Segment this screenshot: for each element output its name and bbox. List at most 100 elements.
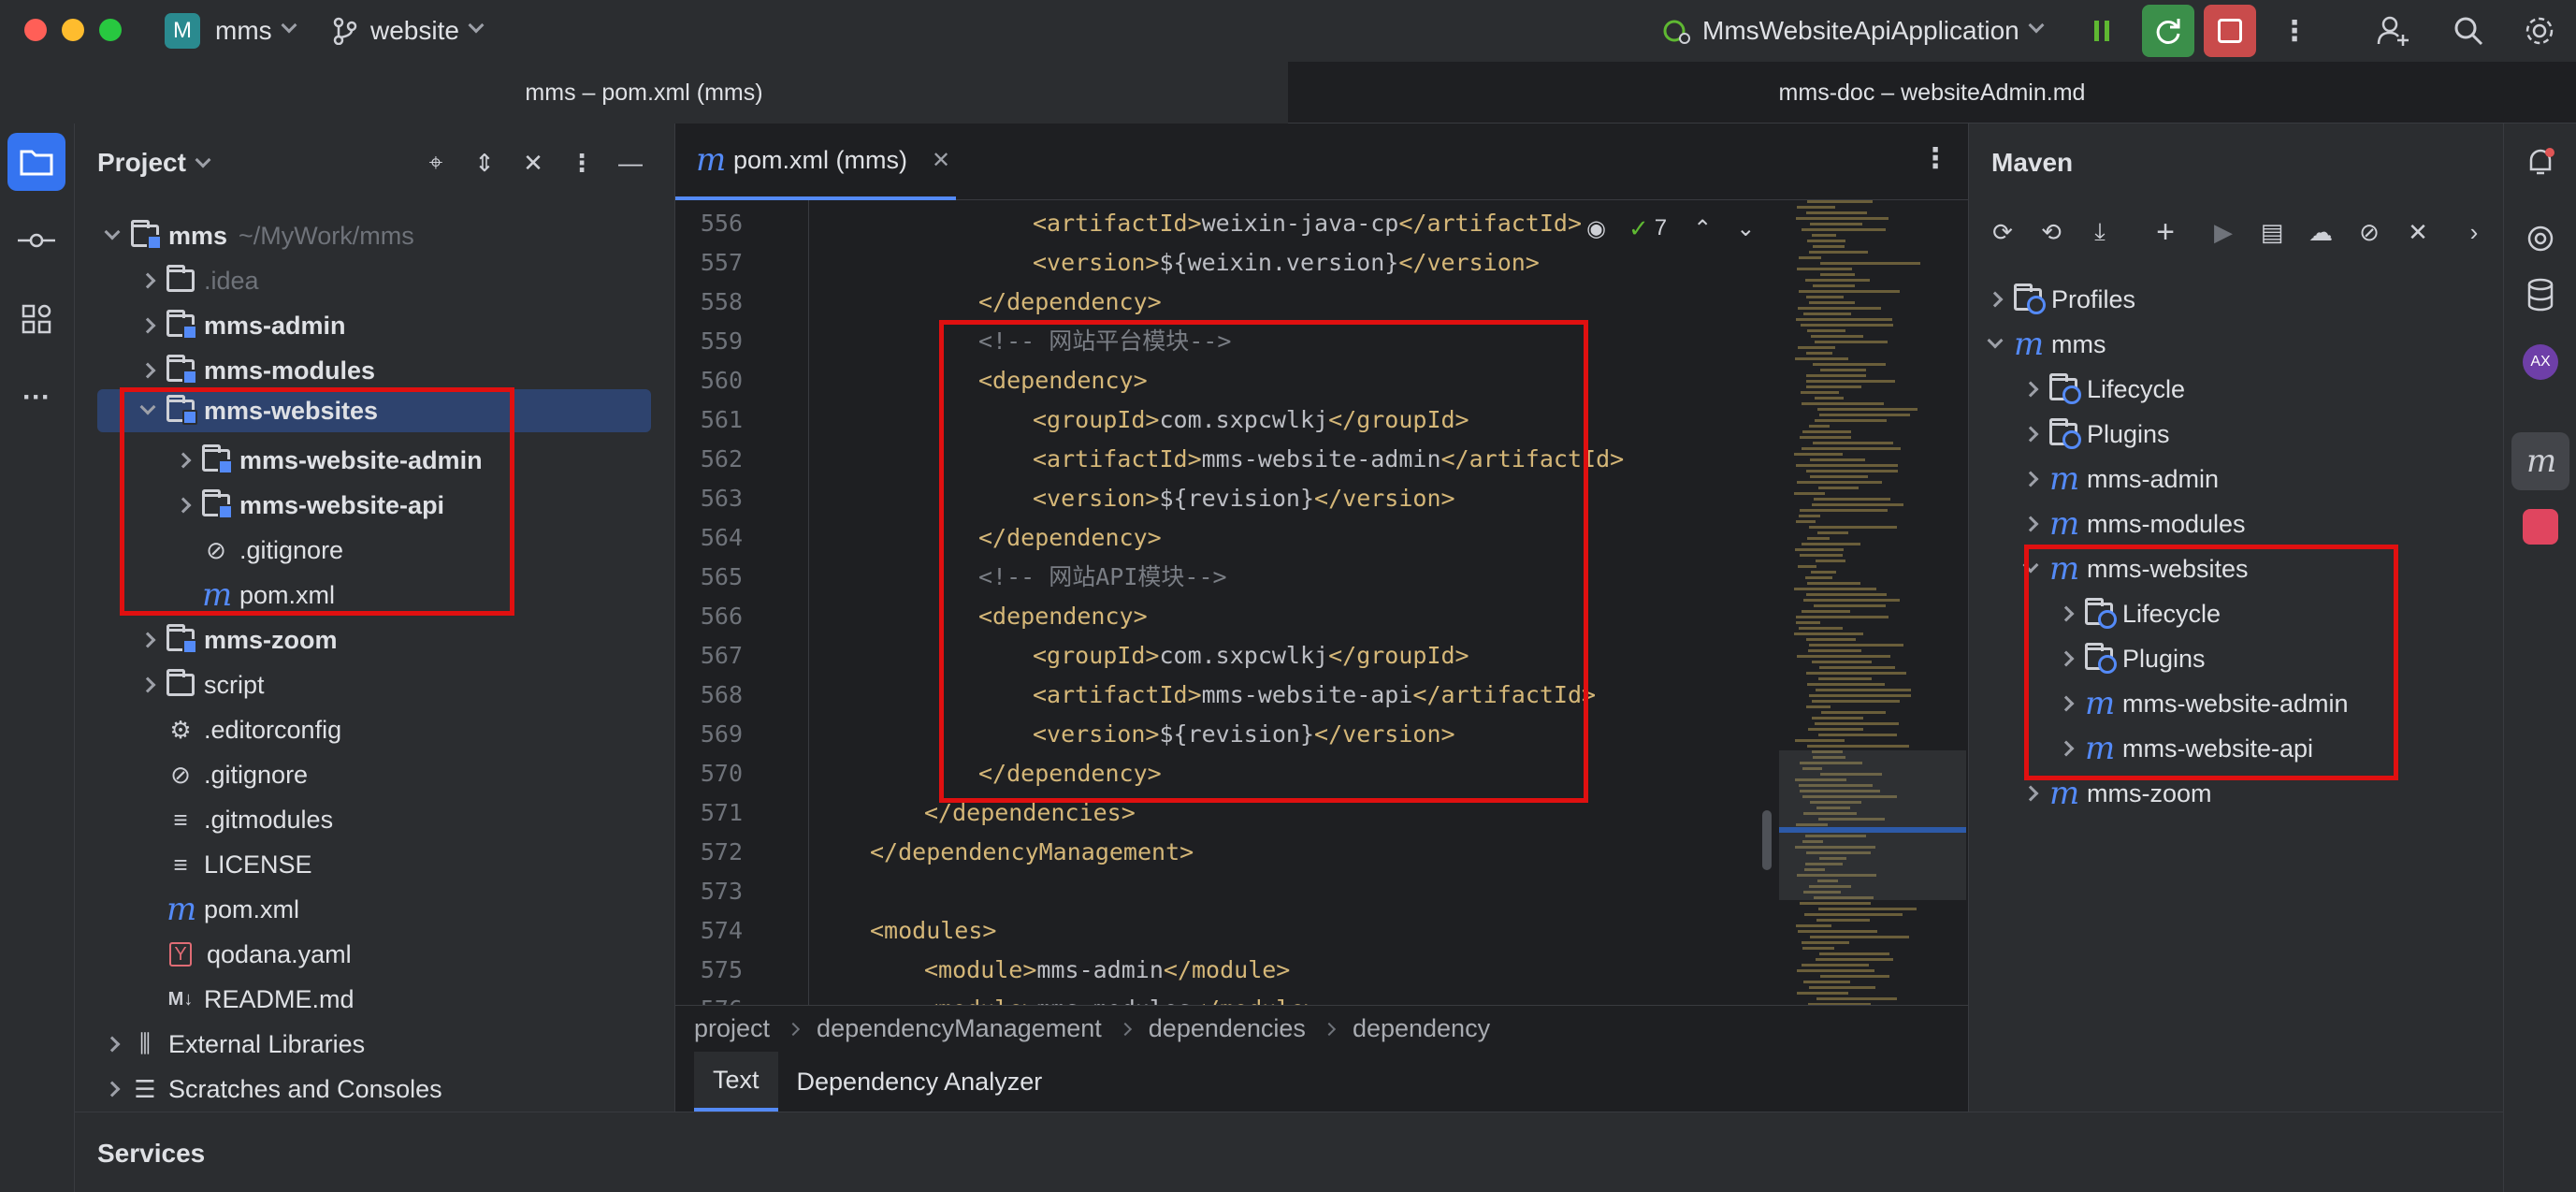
code-line[interactable]: 558 </dependency> bbox=[675, 283, 1751, 322]
tree-item-gitmodules[interactable]: ≡ .gitmodules bbox=[166, 797, 333, 842]
code-line[interactable]: 559 <!-- 网站平台模块--> bbox=[675, 322, 1751, 361]
window-tab-mms[interactable]: mms – pom.xml (mms) bbox=[0, 62, 1288, 124]
maven-item-websites-plugins[interactable]: Plugins bbox=[2048, 636, 2206, 681]
maven-item-mms-admin[interactable]: m mms-admin bbox=[2012, 457, 2219, 502]
maven-item-mms-website-admin[interactable]: m mms-website-admin bbox=[2048, 681, 2349, 726]
breadcrumb-item[interactable]: dependency bbox=[1353, 1014, 1490, 1043]
editor-tab-pom[interactable]: m pom.xml (mms) ✕ bbox=[675, 124, 956, 200]
stop-button[interactable] bbox=[2204, 5, 2256, 57]
code-line[interactable]: 569 <version>${revision}</version> bbox=[675, 715, 1751, 754]
maven-item-mms-website-api[interactable]: m mms-website-api bbox=[2048, 726, 2313, 771]
collapse-all-icon[interactable]: ✕ bbox=[514, 144, 552, 182]
more-actions-icon[interactable]: ⋮ bbox=[2273, 9, 2316, 52]
reload-generate-icon[interactable]: ⟲ bbox=[2033, 213, 2070, 251]
code-line[interactable]: 575 <module>mms-admin</module> bbox=[675, 951, 1751, 990]
add-icon[interactable]: + bbox=[2147, 213, 2184, 251]
resume-icon[interactable] bbox=[2080, 9, 2123, 52]
tree-item-mms-website-admin[interactable]: mms-website-admin bbox=[165, 438, 483, 483]
code-line[interactable]: 557 <version>${weixin.version}</version> bbox=[675, 243, 1751, 283]
maven-item-websites-lifecycle[interactable]: Lifecycle bbox=[2048, 591, 2221, 636]
tree-item-mms[interactable]: mms ~/MyWork/mms bbox=[94, 213, 414, 258]
execute-goal-icon[interactable]: ▤ bbox=[2253, 213, 2291, 251]
notifications-button[interactable] bbox=[2511, 133, 2569, 191]
project-panel-title[interactable]: Project bbox=[97, 148, 211, 178]
tree-item-pom-websites[interactable]: m pom.xml bbox=[202, 573, 335, 618]
tree-item-mms-websites[interactable]: mms-websites bbox=[97, 389, 651, 432]
tree-item-editorconfig[interactable]: ⚙ .editorconfig bbox=[166, 707, 341, 752]
services-panel[interactable]: Services bbox=[75, 1112, 2503, 1192]
tree-item-idea[interactable]: .idea bbox=[129, 258, 259, 303]
tab-text[interactable]: Text bbox=[694, 1052, 778, 1112]
plugin-ax-button[interactable]: AX bbox=[2511, 333, 2569, 391]
tree-item-gitignore[interactable]: ⊘ .gitignore bbox=[166, 752, 308, 797]
tree-item-mms-zoom[interactable]: mms-zoom bbox=[129, 618, 338, 662]
run-config-widget[interactable]: MmsWebsiteApiApplication bbox=[1661, 12, 2045, 50]
code-area[interactable]: 556 <artifactId>weixin-java-cp</artifactI… bbox=[675, 200, 1779, 1005]
offline-icon[interactable]: ☁ bbox=[2302, 213, 2339, 251]
code-line[interactable]: 571 </dependencies> bbox=[675, 793, 1751, 833]
code-line[interactable]: 568 <artifactId>mms-website-api</artifact… bbox=[675, 676, 1751, 715]
tree-item-license[interactable]: ≡ LICENSE bbox=[166, 842, 311, 887]
maven-item-mms-websites[interactable]: m mms-websites bbox=[2012, 546, 2249, 591]
window-tab-mms-doc[interactable]: mms-doc – websiteAdmin.md bbox=[1288, 62, 2576, 124]
collapse-icon[interactable]: ✕ bbox=[2399, 213, 2437, 251]
code-line[interactable]: 567 <groupId>com.sxpcwlkj</groupId> bbox=[675, 636, 1751, 676]
tree-item-mms-admin[interactable]: mms-admin bbox=[129, 303, 346, 348]
tree-item-mms-modules[interactable]: mms-modules bbox=[129, 348, 375, 393]
tree-item-external-libraries[interactable]: ⫼ External Libraries bbox=[94, 1022, 365, 1067]
breadcrumb-item[interactable]: dependencies bbox=[1149, 1014, 1306, 1043]
chevron-right-icon[interactable]: › bbox=[2455, 213, 2493, 251]
database-button[interactable] bbox=[2511, 266, 2569, 324]
close-window-button[interactable] bbox=[24, 19, 47, 41]
skip-tests-icon[interactable]: ⊘ bbox=[2351, 213, 2388, 251]
zoom-window-button[interactable] bbox=[99, 19, 122, 41]
maven-tool-button[interactable]: m bbox=[2511, 432, 2569, 490]
add-user-icon[interactable] bbox=[2372, 9, 2415, 52]
code-line[interactable]: 562 <artifactId>mms-website-admin</artifa… bbox=[675, 440, 1751, 479]
tree-item-scratches[interactable]: ☰ Scratches and Consoles bbox=[94, 1067, 442, 1112]
minimap[interactable] bbox=[1779, 200, 1966, 1006]
tree-item-pom[interactable]: m pom.xml bbox=[166, 887, 299, 932]
download-icon[interactable]: ⤓ bbox=[2081, 213, 2119, 251]
code-line[interactable]: 566 <dependency> bbox=[675, 597, 1751, 636]
hide-panel-icon[interactable]: — bbox=[612, 144, 649, 182]
project-tool-button[interactable] bbox=[7, 133, 65, 191]
code-line[interactable]: 574 <modules> bbox=[675, 911, 1751, 951]
code-line[interactable]: 564 </dependency> bbox=[675, 518, 1751, 558]
reload-icon[interactable]: ⟳ bbox=[1984, 213, 2021, 251]
commit-tool-button[interactable] bbox=[7, 211, 65, 269]
run-icon[interactable]: ▶ bbox=[2205, 213, 2242, 251]
expand-all-icon[interactable]: ⇕ bbox=[466, 144, 503, 182]
branch-widget[interactable]: website bbox=[333, 12, 485, 50]
code-line[interactable]: 570 </dependency> bbox=[675, 754, 1751, 793]
code-line[interactable]: 576 <module>mms-modules</module> bbox=[675, 990, 1751, 1005]
tab-dependency-analyzer[interactable]: Dependency Analyzer bbox=[778, 1052, 1062, 1112]
breadcrumb-item[interactable]: dependencyManagement bbox=[817, 1014, 1102, 1043]
options-icon[interactable]: ⋮ bbox=[563, 144, 601, 182]
maven-item-mms-modules[interactable]: m mms-modules bbox=[2012, 502, 2246, 546]
code-line[interactable]: 573 bbox=[675, 872, 1751, 911]
more-tools-button[interactable]: ··· bbox=[7, 369, 65, 427]
gear-icon[interactable] bbox=[2518, 9, 2561, 52]
code-line[interactable]: 561 <groupId>com.sxpcwlkj</groupId> bbox=[675, 400, 1751, 440]
editor-tab-options-icon[interactable]: ⋮ bbox=[1921, 142, 1949, 175]
close-tab-icon[interactable]: ✕ bbox=[932, 147, 950, 174]
scrollbar-thumb[interactable] bbox=[1762, 810, 1772, 870]
locate-icon[interactable]: ⌖ bbox=[417, 144, 455, 182]
search-icon[interactable] bbox=[2447, 9, 2490, 52]
code-line[interactable]: 565 <!-- 网站API模块--> bbox=[675, 558, 1751, 597]
code-line[interactable]: 572 </dependencyManagement> bbox=[675, 833, 1751, 872]
maven-item-mms[interactable]: m mms bbox=[1976, 322, 2106, 367]
minimize-window-button[interactable] bbox=[62, 19, 84, 41]
tree-item-script[interactable]: script bbox=[129, 662, 265, 707]
maven-item-lifecycle[interactable]: Lifecycle bbox=[2012, 367, 2185, 412]
code-line[interactable]: 563 <version>${revision}</version> bbox=[675, 479, 1751, 518]
code-line[interactable]: 560 <dependency> bbox=[675, 361, 1751, 400]
project-widget[interactable]: M mms bbox=[165, 12, 297, 50]
tree-item-qodana[interactable]: Y qodana.yaml bbox=[166, 932, 352, 977]
code-line[interactable]: 556 <artifactId>weixin-java-cp</artifactI… bbox=[675, 204, 1751, 243]
tree-item-gitignore-websites[interactable]: ⊘ .gitignore bbox=[202, 528, 343, 573]
breadcrumb-item[interactable]: project bbox=[694, 1014, 770, 1043]
maven-item-plugins[interactable]: Plugins bbox=[2012, 412, 2170, 457]
maven-item-mms-zoom[interactable]: m mms-zoom bbox=[2012, 771, 2212, 816]
